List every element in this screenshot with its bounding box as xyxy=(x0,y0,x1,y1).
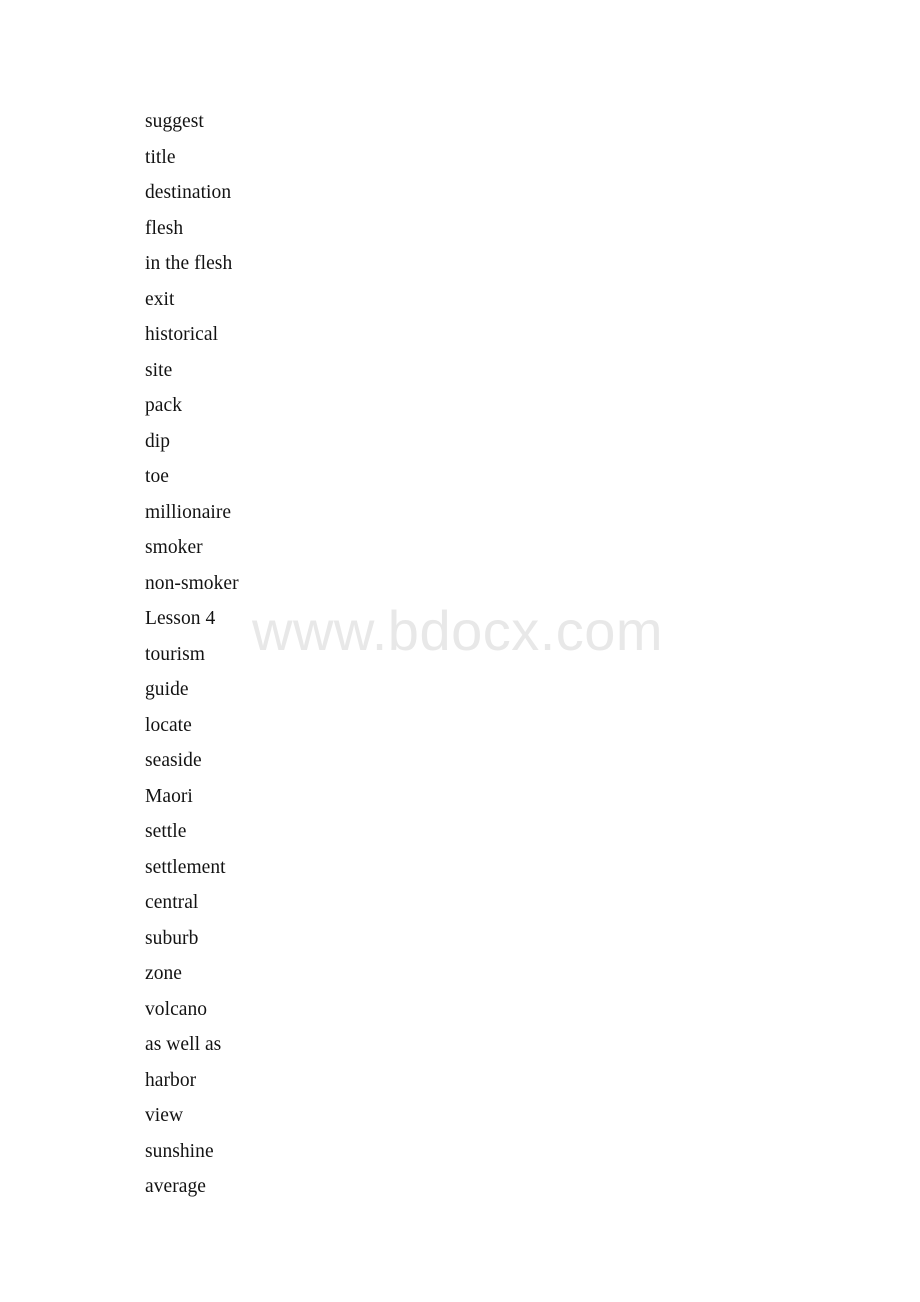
vocabulary-word-item: millionaire xyxy=(145,501,232,523)
vocabulary-word-item: sunshine xyxy=(145,1140,214,1162)
vocabulary-word-item: pack xyxy=(145,395,183,416)
vocabulary-word-item: guide xyxy=(145,679,189,700)
vocabulary-word-item: view xyxy=(145,1105,184,1126)
vocabulary-word-item: title xyxy=(145,146,176,168)
document-page: www.bdocx.com suggest title destination fle… xyxy=(0,0,920,1302)
vocabulary-word-item: site xyxy=(145,359,173,381)
vocabulary-word-item: dip xyxy=(145,430,171,452)
vocabulary-word-item: as well as xyxy=(145,1034,222,1055)
vocabulary-word-item: suburb xyxy=(145,927,199,949)
vocabulary-word-item: flesh xyxy=(145,217,184,239)
vocabulary-word-item: Lesson 4 xyxy=(145,608,216,629)
vocabulary-word-item: smoker xyxy=(145,537,203,558)
vocabulary-word-item: settle xyxy=(145,821,187,842)
vocabulary-word-item: central xyxy=(145,892,199,913)
vocabulary-word-item: in the flesh xyxy=(145,253,233,274)
vocabulary-word-item: seaside xyxy=(145,750,202,771)
vocabulary-word-item: locate xyxy=(145,714,192,736)
vocabulary-word-item: harbor xyxy=(145,1069,197,1091)
vocabulary-word-item: Maori xyxy=(145,785,193,807)
vocabulary-word-item: volcano xyxy=(145,998,208,1020)
vocabulary-word-item: average xyxy=(145,1176,206,1197)
vocabulary-word-item: exit xyxy=(145,288,175,310)
vocabulary-word-item: historical xyxy=(145,324,219,345)
vocabulary-word-item: tourism xyxy=(145,643,205,665)
vocabulary-word-list: suggest title destination flesh in the flesh… xyxy=(145,104,239,1205)
vocabulary-word-item: suggest xyxy=(145,111,204,132)
vocabulary-word-item: non-smoker xyxy=(145,572,239,594)
vocabulary-word-item: zone xyxy=(145,963,183,984)
vocabulary-word-item: toe xyxy=(145,466,169,487)
vocabulary-word-item: destination xyxy=(145,182,232,203)
site-watermark: www.bdocx.com xyxy=(252,599,664,662)
vocabulary-word-item: settlement xyxy=(145,856,226,878)
